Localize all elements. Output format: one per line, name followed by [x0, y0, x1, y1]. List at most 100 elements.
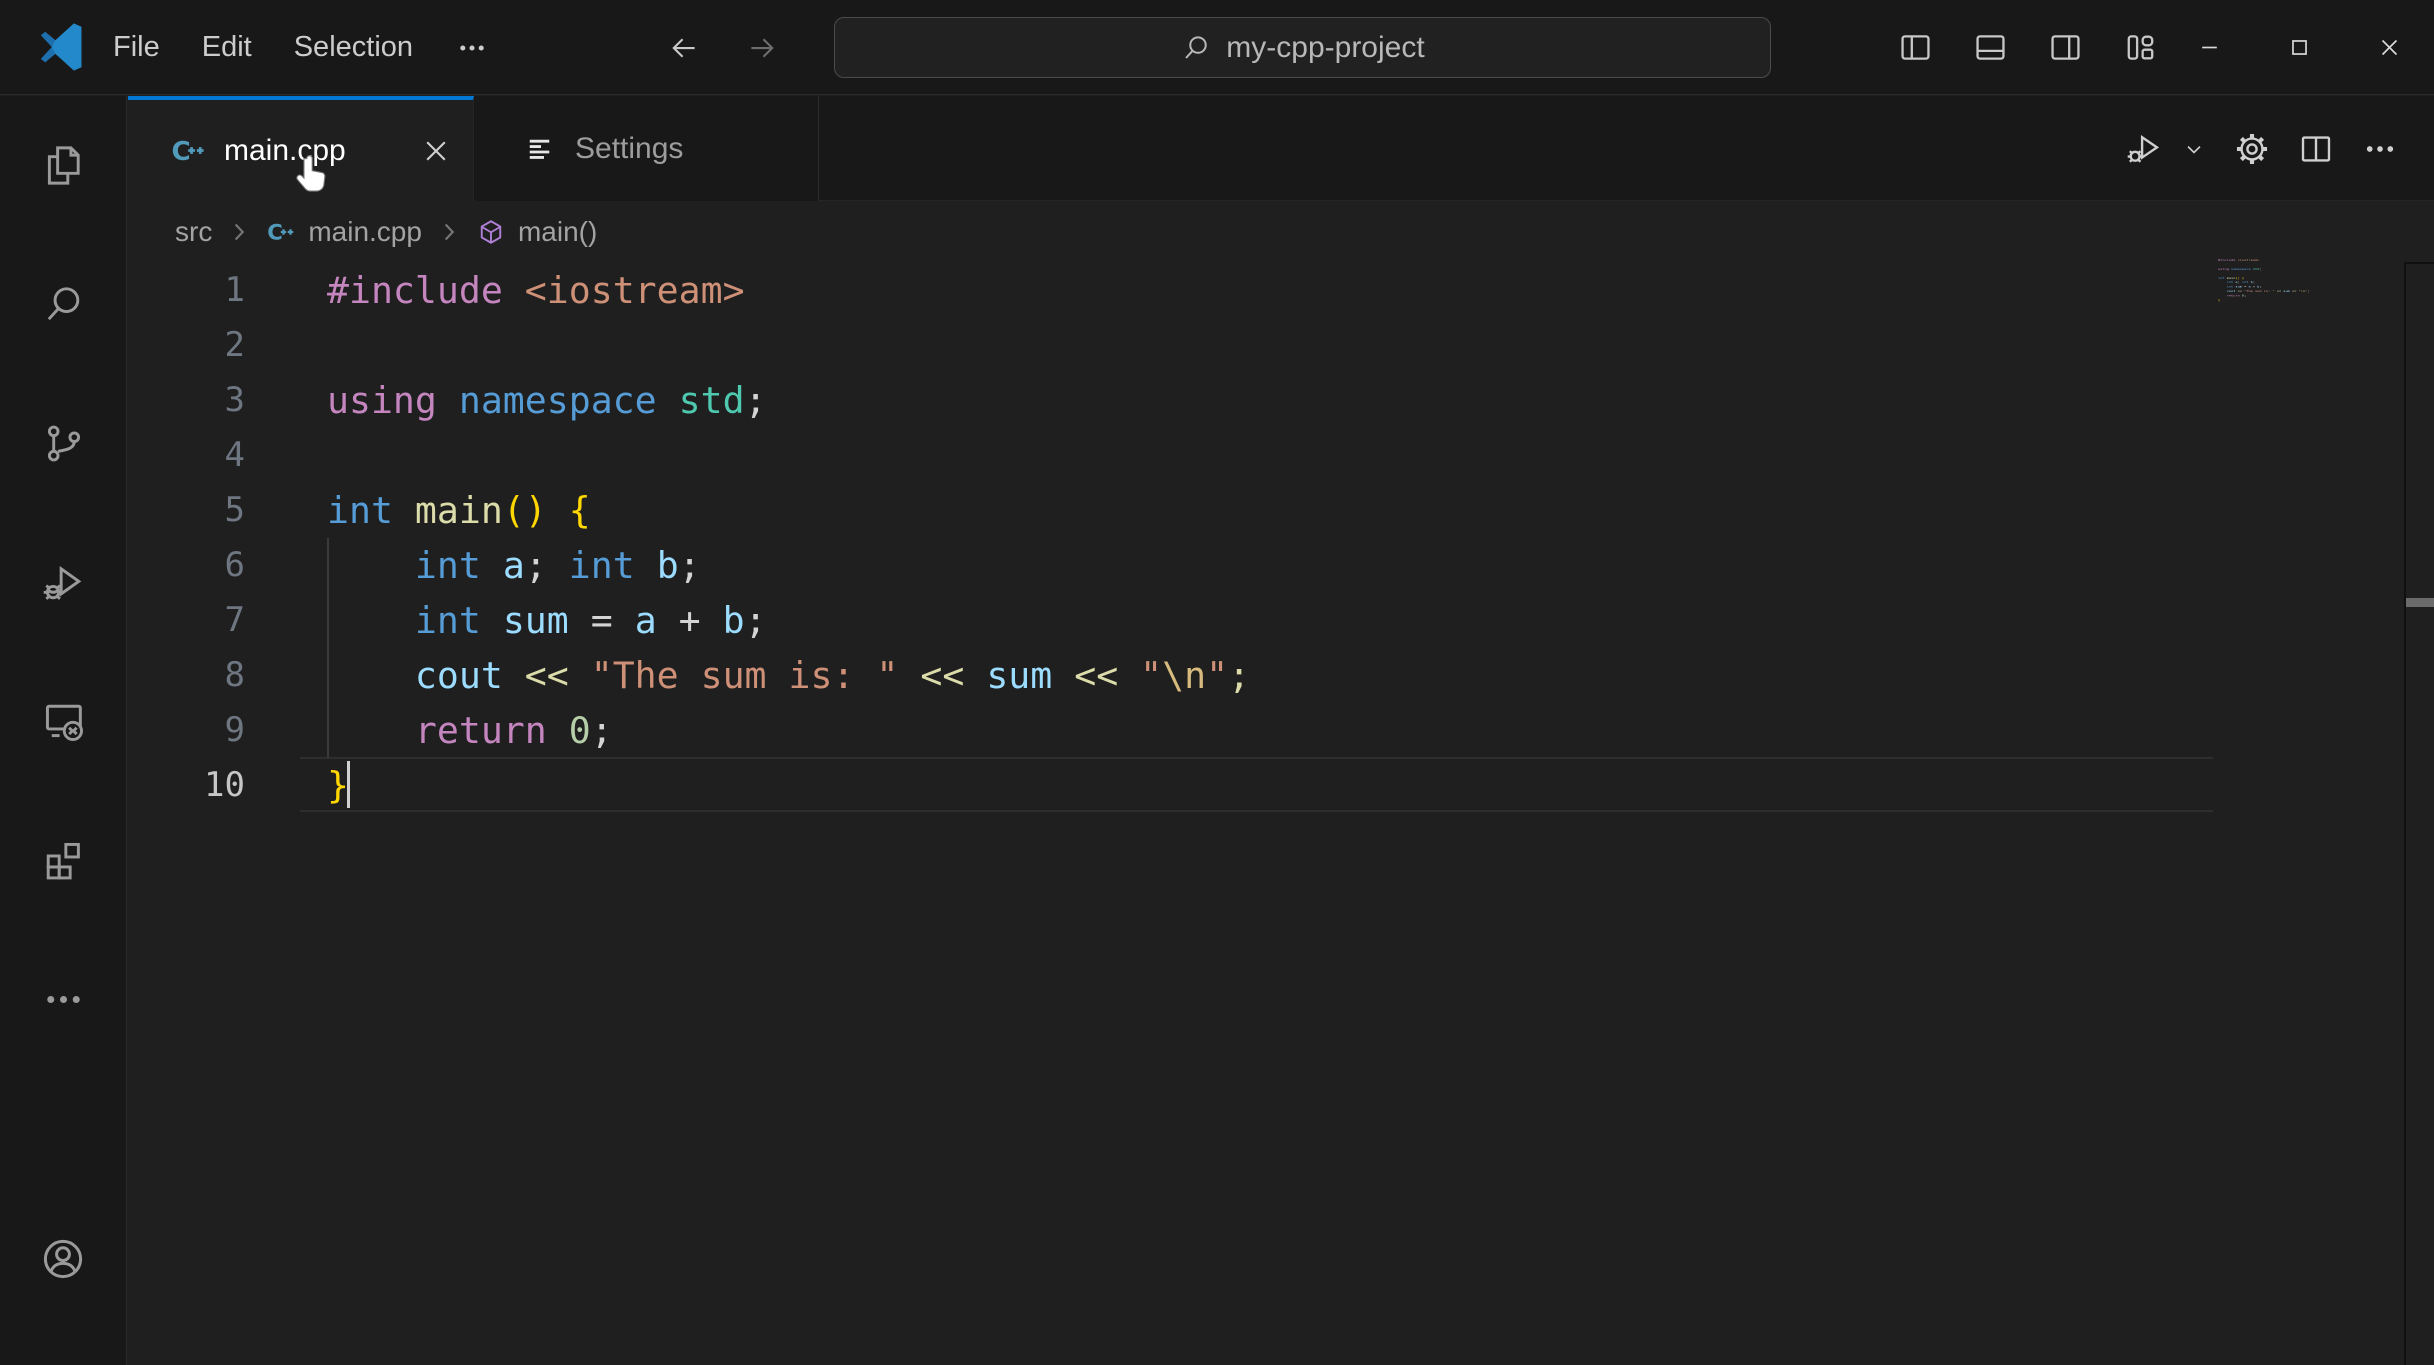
- split-editor-icon: [2297, 130, 2335, 168]
- history-nav: [660, 0, 786, 95]
- scrollbar-handle[interactable]: [2406, 598, 2434, 607]
- extensions-icon: [40, 837, 87, 884]
- minimize-icon: [2196, 34, 2223, 61]
- settings-list-icon: [523, 131, 559, 167]
- files-icon: [40, 142, 87, 189]
- code-line-9: 9 return 0;: [128, 703, 2434, 758]
- more-h-icon: [40, 976, 87, 1023]
- line-number: 7: [224, 600, 245, 640]
- go-back-button[interactable]: [660, 24, 708, 72]
- source-control-icon: [40, 420, 87, 467]
- line-number: 1: [224, 270, 245, 310]
- tab-bar: C main.cpp Settings: [128, 96, 2434, 201]
- symbol-cube-icon: [476, 217, 506, 247]
- breadcrumb-item[interactable]: main.cpp: [308, 216, 422, 248]
- scrollbar-border: [2404, 262, 2406, 1365]
- activity-accounts[interactable]: [0, 1229, 126, 1289]
- settings-gear-button[interactable]: [2220, 96, 2284, 201]
- editor-actions: [2112, 96, 2412, 201]
- breadcrumb-item[interactable]: src: [175, 216, 212, 248]
- editor-group: C main.cpp Settings src Cmain.cpp main() 1…: [128, 96, 2434, 1365]
- vscode-logo: [30, 20, 84, 74]
- mouse-hand-cursor: [288, 150, 332, 198]
- more-h-icon: [2361, 130, 2399, 168]
- scrollbar-border-top: [2404, 262, 2434, 264]
- run-debug-icon: [2125, 130, 2163, 168]
- split-editor-button[interactable]: [2284, 96, 2348, 201]
- line-number: 4: [224, 435, 245, 475]
- close-icon: [2376, 34, 2403, 61]
- code-line-3: 3 using namespace std;: [128, 373, 2434, 428]
- text-cursor: [347, 761, 350, 808]
- more-actions-button[interactable]: [2348, 96, 2412, 201]
- menu-more[interactable]: [434, 0, 510, 95]
- tab-settings[interactable]: Settings: [475, 96, 819, 201]
- gear-icon: [2233, 130, 2271, 168]
- more-h-icon: [455, 31, 489, 65]
- layout-panel-icon: [1972, 29, 2009, 66]
- run-options-button[interactable]: [2176, 96, 2220, 201]
- menu-edit[interactable]: Edit: [181, 0, 273, 95]
- chevron-right-icon: [224, 217, 254, 247]
- code-line-6: 6 int a; int b;: [128, 538, 2434, 593]
- activity-bar: [0, 96, 127, 1365]
- breadcrumb: src Cmain.cpp main(): [128, 201, 2434, 263]
- line-number: 2: [224, 325, 245, 365]
- chevron-right-icon: [434, 217, 464, 247]
- run-or-debug-button[interactable]: [2112, 96, 2176, 201]
- toggle-panel-button[interactable]: [1953, 0, 2028, 95]
- line-number: 9: [224, 710, 245, 750]
- line-number: 5: [224, 490, 245, 530]
- code-line-5: 5 int main() {: [128, 483, 2434, 538]
- arrow-forward-icon: [745, 31, 779, 65]
- layout-sidebar-right-icon: [2047, 29, 2084, 66]
- breadcrumb-item[interactable]: main(): [518, 216, 597, 248]
- code-line-4: 4: [128, 428, 2434, 483]
- menu-selection[interactable]: Selection: [273, 0, 434, 95]
- svg-text:C: C: [268, 221, 284, 246]
- search-icon: [1180, 32, 1212, 64]
- layout-controls: [1878, 0, 2178, 95]
- code-line-7: 7 int sum = a + b;: [128, 593, 2434, 648]
- line-number: 8: [224, 655, 245, 695]
- line-number: 3: [224, 380, 245, 420]
- debug-icon: [40, 559, 87, 606]
- activity-additional-views[interactable]: [0, 930, 126, 1069]
- toggle-primary-sidebar-button[interactable]: [1878, 0, 1953, 95]
- window-controls: [2164, 0, 2434, 95]
- activity-search[interactable]: [0, 235, 126, 374]
- minimize-button[interactable]: [2164, 0, 2254, 95]
- arrow-back-icon: [667, 31, 701, 65]
- maximize-button[interactable]: [2254, 0, 2344, 95]
- toggle-secondary-sidebar-button[interactable]: [2028, 0, 2103, 95]
- account-icon: [39, 1235, 87, 1283]
- maximize-icon: [2286, 34, 2313, 61]
- cpp-file-icon: C: [170, 132, 207, 169]
- code-line-8: 8 cout << "The sum is: " << sum << "\n";: [128, 648, 2434, 703]
- activity-run-and-debug[interactable]: [0, 513, 126, 652]
- indent-guide: [327, 538, 329, 758]
- go-forward-button[interactable]: [738, 24, 786, 72]
- minimap[interactable]: #include <iostream> using namespace std; i…: [2218, 258, 2398, 378]
- current-line-highlight: [300, 757, 2213, 812]
- remote-icon: [40, 698, 87, 745]
- menu-file[interactable]: File: [92, 0, 181, 95]
- layout-sidebar-left-icon: [1897, 29, 1934, 66]
- code-editor[interactable]: 1 #include <iostream> 2 3 using namespace st…: [128, 263, 2434, 1365]
- activity-source-control[interactable]: [0, 374, 126, 513]
- activity-extensions[interactable]: [0, 791, 126, 930]
- command-center-value: my-cpp-project: [1226, 30, 1425, 64]
- close-tab-icon[interactable]: [419, 134, 453, 168]
- line-number: 10: [204, 765, 245, 805]
- activity-explorer[interactable]: [0, 96, 126, 235]
- code-line-2: 2: [128, 318, 2434, 373]
- svg-text:C: C: [172, 137, 191, 167]
- line-number: 6: [224, 545, 245, 585]
- activity-remote-explorer[interactable]: [0, 652, 126, 791]
- command-center-search[interactable]: my-cpp-project: [834, 17, 1771, 78]
- code-line-1: 1 #include <iostream>: [128, 263, 2434, 318]
- layout-custom-icon: [2122, 29, 2159, 66]
- chevron-down-icon: [2181, 136, 2207, 162]
- title-bar: File Edit Selection my-cpp-project: [0, 0, 2434, 95]
- close-button[interactable]: [2344, 0, 2434, 95]
